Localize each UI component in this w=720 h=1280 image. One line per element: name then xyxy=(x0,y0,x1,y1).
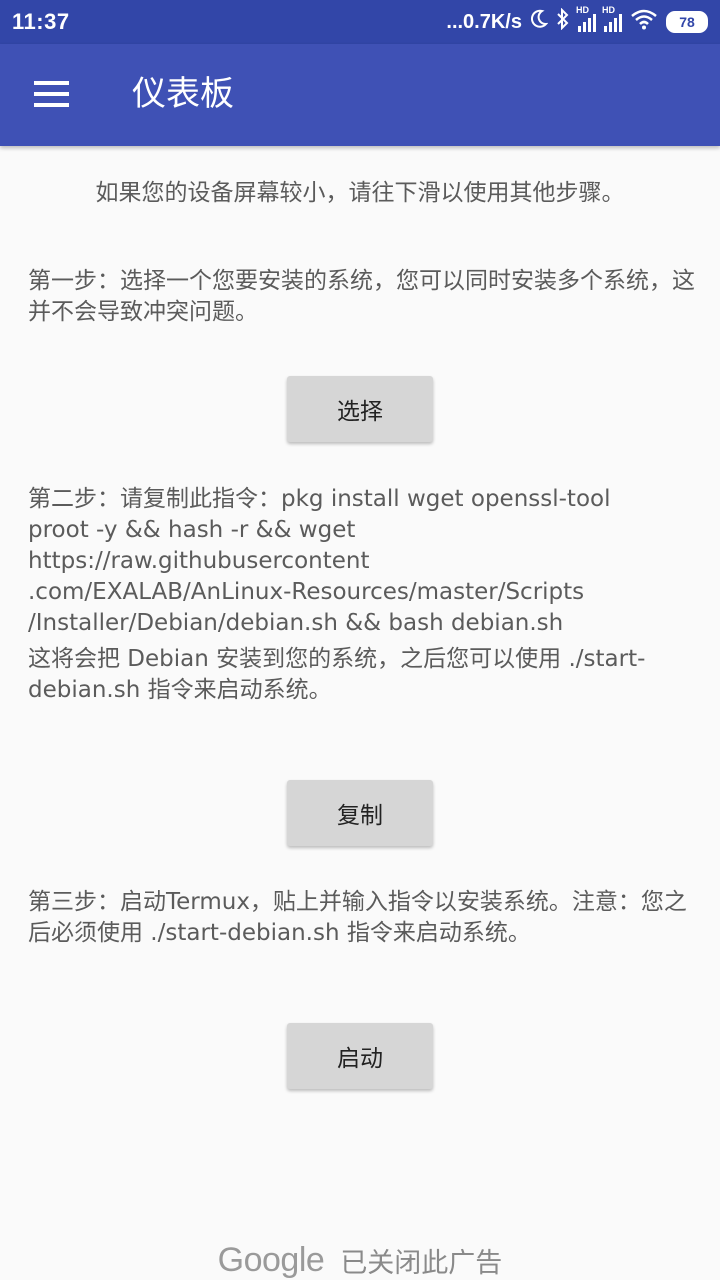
select-button[interactable]: 选择 xyxy=(287,376,433,442)
step3-text: 第三步：启动Termux，贴上并输入指令以安装系统。注意：您之后必须使用 ./s… xyxy=(28,889,687,946)
status-icons: ...0.7K/s HD HD 78 xyxy=(446,5,708,36)
step2-line: /Installer/Debian/debian.sh && bash debi… xyxy=(28,610,564,636)
step2-line: 第二步：请复制此指令：pkg install wget openssl-tool xyxy=(28,486,611,512)
step2-line: proot -y && hash -r && wget https://raw.… xyxy=(28,517,370,574)
page-title: 仪表板 xyxy=(132,74,234,114)
copy-button[interactable]: 复制 xyxy=(287,780,433,846)
step2-note: 这将会把 Debian 安装到您的系统，之后您可以使用 ./start-debi… xyxy=(28,646,646,703)
bluetooth-icon xyxy=(556,7,570,36)
step2-command: 第二步：请复制此指令：pkg install wget openssl-tool… xyxy=(28,484,696,639)
step2-line: .com/EXALAB/AnLinux-Resources/master/Scr… xyxy=(28,579,585,605)
launch-button[interactable]: 启动 xyxy=(287,1023,433,1089)
moon-icon xyxy=(530,9,549,35)
battery-icon: 78 xyxy=(666,11,708,33)
menu-icon[interactable] xyxy=(34,81,69,107)
wifi-icon xyxy=(630,8,658,36)
status-time: 11:37 xyxy=(12,9,70,34)
network-speed: ...0.7K/s xyxy=(446,10,522,33)
google-logo: Google xyxy=(217,1240,325,1279)
scroll-hint: 如果您的设备屏幕较小，请往下滑以使用其他步骤。 xyxy=(95,180,625,206)
signal-label: HD xyxy=(576,5,589,15)
signal-icon: HD xyxy=(602,5,622,32)
app-bar: 仪表板 xyxy=(0,44,720,146)
signal-icon: HD xyxy=(576,5,596,32)
status-bar: 11:37 ...0.7K/s HD HD 78 xyxy=(0,0,720,44)
step1-text: 第一步：选择一个您要安装的系统，您可以同时安装多个系统，这并不会导致冲突问题。 xyxy=(28,268,695,325)
ad-closed-text: 已关闭此广告 xyxy=(340,1247,503,1279)
signal-label: HD xyxy=(602,5,615,15)
ad-banner: Google 已关闭此广告 xyxy=(0,1240,720,1280)
